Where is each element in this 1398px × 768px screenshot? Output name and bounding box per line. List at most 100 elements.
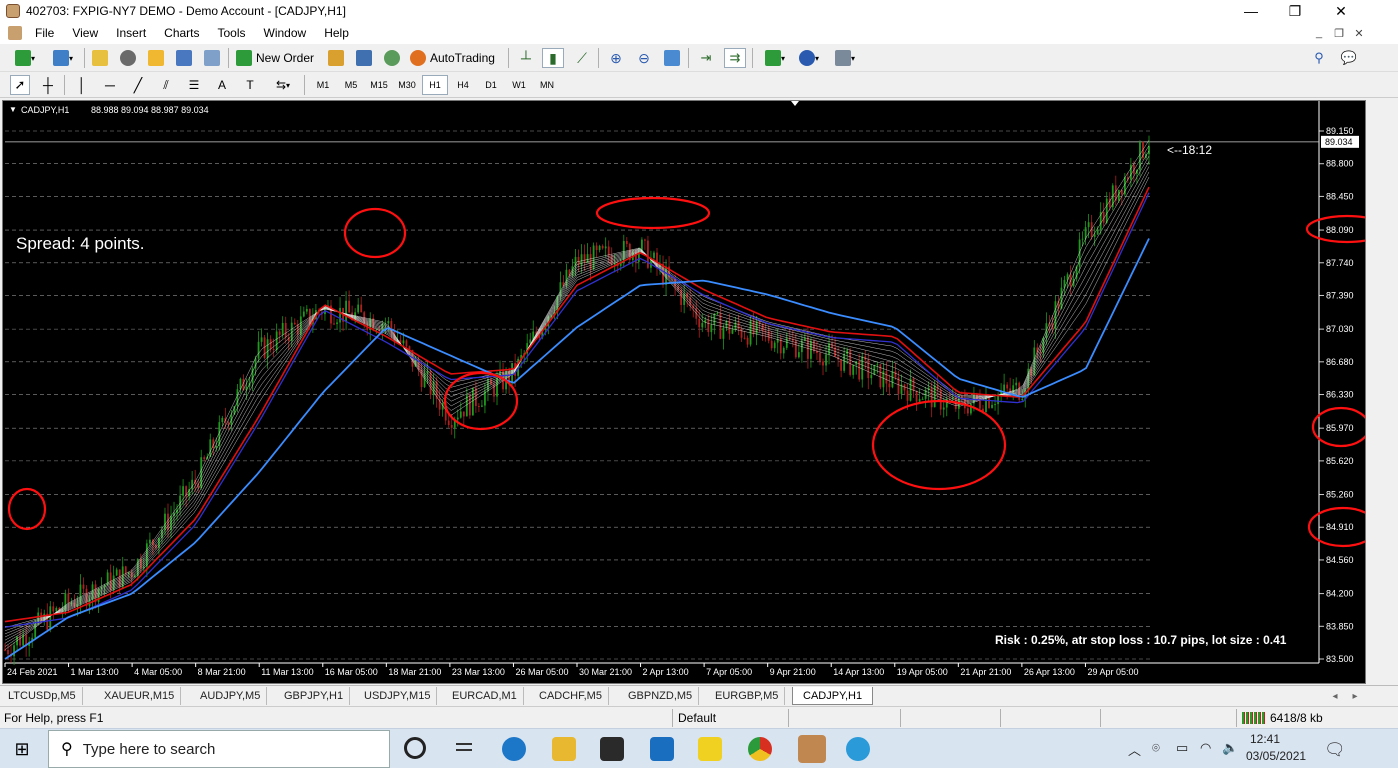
- zoom-in-icon[interactable]: ⊕: [606, 48, 626, 68]
- timeframe-m5[interactable]: M5: [338, 75, 364, 95]
- market-watch-icon[interactable]: [90, 48, 110, 68]
- menu-tools[interactable]: Tools: [209, 26, 255, 40]
- clock-date[interactable]: 03/05/2021: [1246, 749, 1306, 763]
- trendline-icon[interactable]: ╱: [128, 75, 148, 95]
- cortana-icon[interactable]: [404, 737, 426, 759]
- time-label: 16 Mar 05:00: [325, 667, 378, 677]
- timeframe-m1[interactable]: M1: [310, 75, 336, 95]
- minimize-button[interactable]: —: [1228, 0, 1274, 22]
- arrows-button[interactable]: ⇆ ▾: [268, 75, 298, 95]
- cursor-icon[interactable]: ➚: [10, 75, 30, 95]
- candle-body: [348, 300, 351, 313]
- metatrader-icon[interactable]: [798, 735, 826, 763]
- new-chart-button[interactable]: ▾: [8, 48, 42, 68]
- menu-charts[interactable]: Charts: [155, 26, 208, 40]
- timeframe-d1[interactable]: D1: [478, 75, 504, 95]
- menu-window[interactable]: Window: [255, 26, 316, 40]
- horizontal-line-icon[interactable]: ─: [100, 75, 120, 95]
- chart-tab[interactable]: USDJPY,M15: [358, 687, 438, 705]
- navigator-icon[interactable]: [118, 48, 138, 68]
- restore-button[interactable]: ❐: [1272, 0, 1318, 22]
- menu-view[interactable]: View: [63, 26, 107, 40]
- timeframe-w1[interactable]: W1: [506, 75, 532, 95]
- tile-windows-icon[interactable]: [662, 48, 682, 68]
- chart-tab[interactable]: EURCAD,M1: [446, 687, 524, 705]
- terminal-icon[interactable]: [174, 48, 194, 68]
- chart-tab[interactable]: AUDJPY,M5: [194, 687, 268, 705]
- mdi-restore-icon[interactable]: ❐: [1330, 25, 1348, 41]
- chart-tab[interactable]: CADCHF,M5: [533, 687, 609, 705]
- file-explorer-icon[interactable]: [552, 737, 576, 761]
- vertical-line-icon[interactable]: │: [72, 75, 92, 95]
- volume-icon[interactable]: 🔈: [1222, 740, 1238, 756]
- fibonacci-icon[interactable]: ☰: [184, 75, 204, 95]
- autotrading-button[interactable]: AutoTrading: [410, 48, 502, 68]
- price-chart[interactable]: 89.150 88.800 88.450 88.090 87.740 87.390 87.0…: [3, 101, 1366, 684]
- equidistant-channel-icon[interactable]: ⫽: [156, 75, 176, 95]
- menu-insert[interactable]: Insert: [107, 26, 155, 40]
- tray-chevron-icon[interactable]: ︿: [1128, 740, 1141, 759]
- mail-icon[interactable]: [650, 737, 674, 761]
- candlestick-chart-icon[interactable]: ▮: [542, 48, 564, 68]
- menu-help[interactable]: Help: [315, 26, 358, 40]
- data-window-icon[interactable]: [146, 48, 166, 68]
- profiles-button[interactable]: ▾: [46, 48, 80, 68]
- bar-chart-icon[interactable]: ┴: [516, 48, 536, 68]
- timeframe-h4[interactable]: H4: [450, 75, 476, 95]
- tab-scroll-left-icon[interactable]: ◂: [1328, 686, 1342, 706]
- templates-button[interactable]: ▾: [830, 48, 860, 68]
- text-icon[interactable]: A: [212, 75, 232, 95]
- new-order-button[interactable]: New Order: [236, 48, 320, 68]
- candle-body: [861, 356, 864, 380]
- candle-body: [456, 417, 459, 420]
- windows-start-icon[interactable]: ⊞: [12, 739, 32, 759]
- timeframe-h1[interactable]: H1: [422, 75, 448, 95]
- candle-body: [67, 593, 70, 604]
- chart-window[interactable]: 89.150 88.800 88.450 88.090 87.740 87.390 87.0…: [2, 100, 1366, 684]
- telegram-icon[interactable]: [846, 737, 870, 761]
- signals-icon[interactable]: [382, 48, 402, 68]
- edge-icon[interactable]: [502, 737, 526, 761]
- chat-icon[interactable]: 💬: [1338, 48, 1360, 68]
- chart-tab[interactable]: XAUEUR,M15: [98, 687, 182, 705]
- chart-tab[interactable]: GBPNZD,M5: [622, 687, 700, 705]
- taskbar-search[interactable]: ⚲ Type here to search: [48, 730, 390, 768]
- notifications-icon[interactable]: 🗨: [1324, 740, 1346, 760]
- network-icon[interactable]: ◠: [1200, 740, 1211, 756]
- task-view-icon[interactable]: [452, 737, 476, 761]
- candle-body: [918, 399, 921, 402]
- candle-body: [82, 584, 85, 589]
- timeframe-mn[interactable]: MN: [534, 75, 560, 95]
- chart-tab[interactable]: GBPJPY,H1: [278, 687, 351, 705]
- menu-file[interactable]: File: [26, 26, 63, 40]
- mdi-close-icon[interactable]: ✕: [1350, 25, 1368, 41]
- timeframe-m15[interactable]: M15: [366, 75, 392, 95]
- indicators-button[interactable]: ▾: [760, 48, 790, 68]
- battery-icon[interactable]: ▭: [1176, 740, 1188, 756]
- chart-tab[interactable]: LTCUSDp,M5: [2, 687, 83, 705]
- meet-icon[interactable]: ⌾: [1152, 740, 1160, 756]
- store-icon[interactable]: [600, 737, 624, 761]
- mdi-minimize-icon[interactable]: _: [1310, 25, 1328, 41]
- search-icon[interactable]: ⚲: [1310, 48, 1328, 68]
- candle-body: [1105, 198, 1108, 223]
- chart-shift-icon[interactable]: ⇥: [696, 48, 716, 68]
- tab-scroll-right-icon[interactable]: ▸: [1348, 686, 1362, 706]
- autoscroll-icon[interactable]: ⇉: [724, 48, 746, 68]
- chart-tab-active[interactable]: CADJPY,H1: [792, 687, 874, 705]
- chrome-icon[interactable]: [748, 737, 772, 761]
- line-chart-icon[interactable]: ⟋: [572, 48, 592, 68]
- chart-tab[interactable]: EURGBP,M5: [709, 687, 786, 705]
- crosshair-icon[interactable]: ┼: [38, 75, 58, 95]
- timeframe-m30[interactable]: M30: [394, 75, 420, 95]
- metaeditor-icon[interactable]: [326, 48, 346, 68]
- sticky-notes-icon[interactable]: [698, 737, 722, 761]
- close-button[interactable]: ✕: [1318, 0, 1364, 22]
- price-label: 88.450: [1326, 191, 1354, 201]
- text-label-icon[interactable]: T: [240, 75, 260, 95]
- zoom-out-icon[interactable]: ⊖: [634, 48, 654, 68]
- clock-time[interactable]: 12:41: [1250, 732, 1280, 746]
- experts-icon[interactable]: [354, 48, 374, 68]
- strategy-tester-icon[interactable]: [202, 48, 222, 68]
- periods-button[interactable]: ▾: [794, 48, 824, 68]
